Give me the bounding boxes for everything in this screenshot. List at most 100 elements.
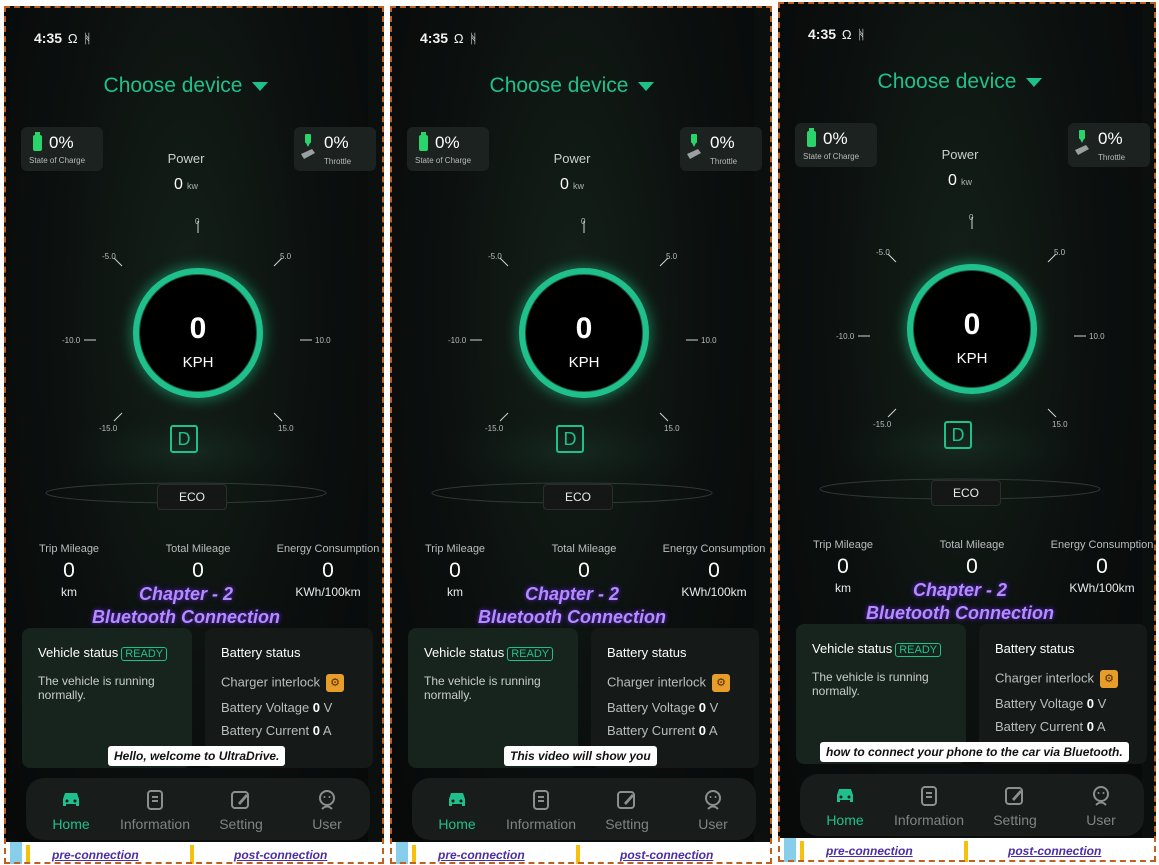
chapter-title: Chapter - 2 [138,584,234,604]
battery-voltage-label: Battery Voltage [607,700,696,715]
battery-voltage-unit: V [709,700,719,715]
document-icon [110,788,200,812]
nav-home-label: Home [438,816,476,832]
pre-connection-label[interactable]: pre-connection [52,848,139,862]
nav-home[interactable]: Home [412,788,502,832]
battery-voltage-label: Battery Voltage [995,696,1084,711]
battery-voltage-value: 0 [698,700,707,715]
video-caption: Hello, welcome to UltraDrive. [108,746,286,766]
energy-consumption-value: 0 [322,559,334,582]
battery-voltage-row: Battery Voltage 0 V [221,700,332,715]
power-value: 0 [174,176,183,193]
energy-consumption-value: 0 [1096,555,1108,578]
pre-connection-label[interactable]: pre-connection [438,848,525,862]
energy-consumption-label: Energy Consumption [1050,539,1154,551]
choose-device-dropdown[interactable]: Choose device [390,74,754,98]
choose-device-dropdown[interactable]: Choose device [778,70,1142,94]
nav-user[interactable]: User [668,788,758,832]
nav-home[interactable]: Home [800,784,890,828]
charger-interlock-label: Charger interlock [221,674,320,690]
screen-panel-2: 4:35 Ω ᚻ Choose device 0% State of Charg… [390,6,772,864]
status-time: 4:35 [34,30,63,46]
choose-device-label: Choose device [877,70,1017,93]
edit-icon [582,788,672,812]
battery-voltage-label: Battery Voltage [221,700,310,715]
choose-device-dropdown[interactable]: Choose device [4,74,368,98]
caret-down-icon [1026,77,1043,87]
post-connection-label[interactable]: post-connection [620,848,713,862]
phone-screen: 4:35 Ω ᚻ Choose device 0% State of Charg… [4,6,379,864]
strip-divider [26,845,30,864]
charger-interlock-row: Charger interlock ⚙ [221,674,344,692]
drive-mode-button[interactable]: ECO [931,480,1001,506]
post-connection-label[interactable]: post-connection [234,848,327,862]
soc-value: 0% [823,129,848,148]
nav-information-label: Information [505,816,577,832]
strip-divider [190,845,194,864]
nav-information[interactable]: Information [110,788,200,832]
total-mileage-value: 0 [192,559,204,582]
total-mileage-label: Total Mileage [551,543,617,555]
nav-setting[interactable]: Setting [196,788,286,832]
tick-label: 15.0 [278,424,294,433]
vehicle-status-title: Vehicle status READY [424,645,554,661]
nav-user[interactable]: User [1056,784,1146,828]
soc-value: 0% [49,133,74,152]
charger-interlock-row: Charger interlock ⚙ [995,670,1118,688]
trip-mileage-label: Trip Mileage [424,543,486,555]
progress-marker [396,842,408,864]
power-readout: 0 kw [4,176,368,194]
nav-setting[interactable]: Setting [582,788,672,832]
chapter-progress-strip: pre-connection post-connection [390,842,772,864]
battery-voltage-value: 0 [312,700,321,715]
battery-status-title: Battery status [607,645,687,660]
total-mileage-value: 0 [966,555,978,578]
gear-indicator: D [556,425,584,453]
strip-divider [964,841,968,862]
battery-status-title: Battery status [995,641,1075,656]
battery-voltage-unit: V [323,700,333,715]
caret-down-icon [252,81,269,91]
power-readout: 0 kw [778,172,1142,190]
choose-device-label: Choose device [103,74,243,97]
nav-setting[interactable]: Setting [970,784,1060,828]
nav-user[interactable]: User [282,788,372,832]
nav-information[interactable]: Information [884,784,974,828]
power-label: Power [553,151,591,166]
chapter-subtitle: Bluetooth Connection [92,607,280,627]
tick-label: 0 [195,217,200,226]
screen-panel-1: 4:35 Ω ᚻ Choose device 0% State of Charg… [4,6,384,864]
total-mileage-label: Total Mileage [939,539,1005,551]
battery-voltage-unit: V [1097,696,1107,711]
nav-home-label: Home [826,812,864,828]
battery-icon [33,132,42,151]
tick-label: -15.0 [873,420,892,429]
tick-label: 5.0 [280,252,292,261]
ready-badge: READY [895,643,942,657]
power-unit: kw [960,177,972,187]
speed-value: 0 [575,312,593,345]
battery-current-row: Battery Current 0 A [221,723,332,738]
charger-interlock-label: Charger interlock [995,670,1094,686]
battery-voltage-row: Battery Voltage 0 V [995,696,1106,711]
edit-icon [196,788,286,812]
battery-current-value: 0 [1086,719,1095,734]
battery-current-unit: A [322,723,332,738]
nav-information[interactable]: Information [496,788,586,832]
charger-interlock-label: Charger interlock [607,674,706,690]
charger-interlock-icon: ⚙ [712,674,730,692]
post-connection-label[interactable]: post-connection [1008,844,1101,858]
trip-mileage-value: 0 [837,555,849,578]
drive-mode-button[interactable]: ECO [157,484,227,510]
chapter-title: Chapter - 2 [912,580,1008,600]
throttle-value: 0% [324,133,349,152]
tick-label: 5.0 [1054,248,1066,257]
edit-icon [970,784,1060,808]
status-bar: 4:35 Ω ᚻ [34,30,91,46]
nav-home[interactable]: Home [26,788,116,832]
drive-mode-button[interactable]: ECO [543,484,613,510]
tick-label: 15.0 [664,424,680,433]
user-icon [668,788,758,812]
vehicle-status-label: Vehicle status [812,641,893,656]
pre-connection-label[interactable]: pre-connection [826,844,913,858]
